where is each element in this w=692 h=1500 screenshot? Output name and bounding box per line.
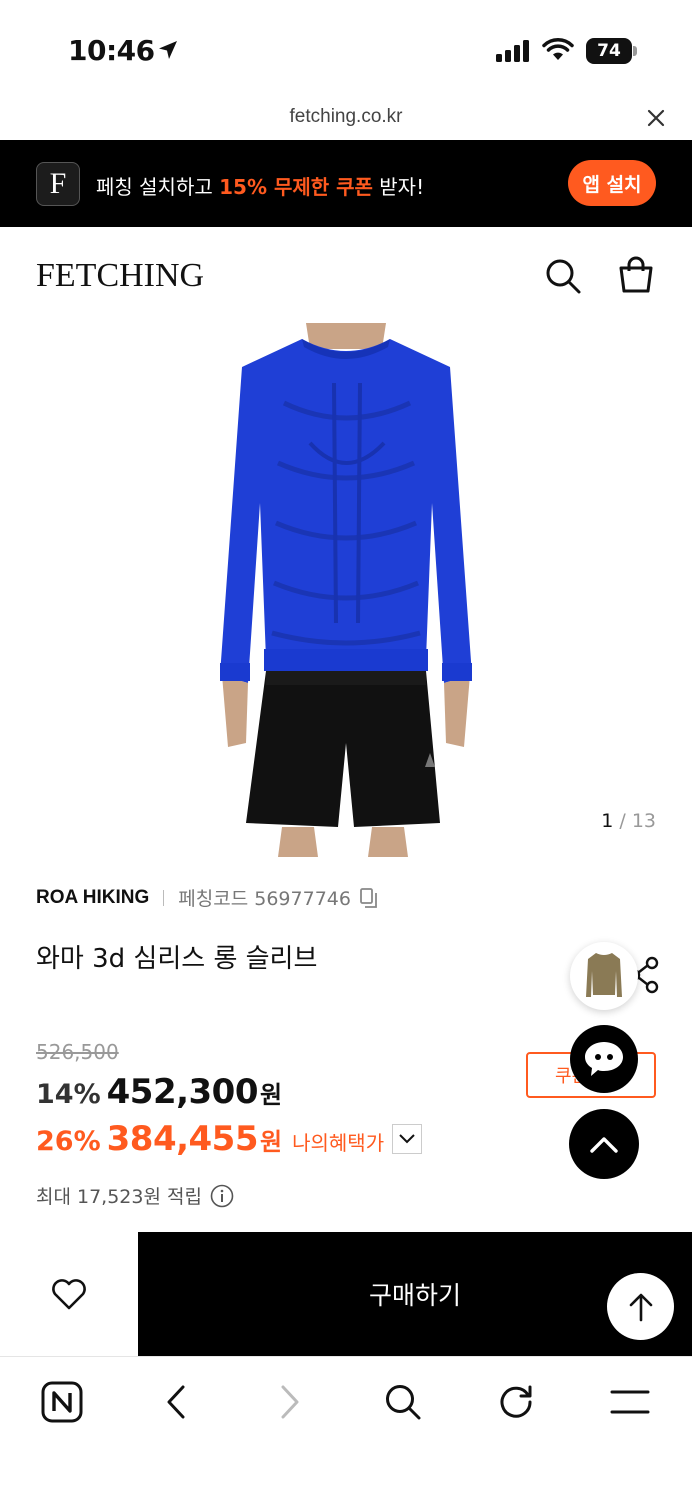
chat-bubble-icon [585,1042,623,1076]
scroll-up-button[interactable] [607,1273,674,1340]
chevron-down-icon [399,1134,415,1144]
status-time: 10:46 [68,34,155,67]
recent-item-thumbnail[interactable] [570,942,638,1010]
refresh-button[interactable] [491,1377,541,1427]
recent-item-image [586,953,622,997]
url-text[interactable]: fetching.co.kr [0,106,692,128]
purchase-bar: 구매하기 [0,1232,692,1356]
install-app-button[interactable]: 앱 설치 [568,160,656,206]
naver-n-icon [41,1381,83,1423]
naver-home-button[interactable] [37,1377,87,1427]
location-arrow-icon [159,41,177,59]
benefit-dropdown-button[interactable] [392,1124,423,1154]
url-bar[interactable]: fetching.co.kr [0,100,692,140]
refresh-icon [500,1385,532,1418]
browser-search-button[interactable] [378,1377,428,1427]
points-text: 최대 17,523원 적립 [36,1186,202,1208]
currency-label: 원 [260,1081,283,1109]
close-icon[interactable] [646,108,666,128]
benefit-price-row: 26% 384,455 원 나의혜택가 [36,1119,423,1159]
shopping-bag-icon[interactable] [616,255,656,295]
battery-indicator: 74 [586,38,632,64]
chat-button[interactable] [570,1025,638,1093]
chevron-up-icon [590,1137,618,1153]
image-counter: 1 / 13 [601,810,656,832]
original-price: 526,500 [36,1040,119,1064]
info-icon[interactable] [210,1184,234,1208]
browser-toolbar [0,1356,692,1500]
sale-price-row: 14% 452,300 원 [36,1072,282,1112]
menu-button[interactable] [605,1377,655,1427]
brand-row: ROA HIKING 페칭코드 56977746 [36,884,379,911]
site-logo[interactable]: FETCHING [36,257,204,295]
image-current: 1 [601,810,614,832]
benefit-price: 384,455 [106,1119,259,1159]
forward-button[interactable] [265,1377,315,1427]
copy-icon[interactable] [359,887,379,909]
app-install-banner: F 페칭 설치하고 15% 무제한 쿠폰 받자! 앱 설치 [0,140,692,227]
status-bar: 10:46 74 [0,0,692,100]
hamburger-menu-icon [610,1390,650,1414]
product-title: 와마 3d 심리스 롱 슬리브 [36,944,318,974]
product-brand[interactable]: ROA HIKING [36,887,149,909]
search-icon[interactable] [544,257,582,295]
battery-cap [633,46,637,56]
wishlist-button[interactable] [0,1232,138,1356]
promo-message: 페칭 설치하고 15% 무제한 쿠폰 받자! [96,171,424,200]
scroll-top-button[interactable] [569,1109,639,1179]
benefit-label: 나의혜택가 [292,1131,385,1155]
product-image[interactable] [214,323,478,857]
fetching-app-logo: F [36,162,80,206]
promo-text-before: 페칭 설치하고 [96,175,220,199]
chevron-left-icon [167,1385,185,1419]
search-icon [386,1385,421,1420]
site-header: FETCHING [0,227,692,323]
wifi-icon [542,38,574,60]
divider [163,889,165,906]
heart-icon [52,1279,86,1310]
arrow-up-icon [629,1293,652,1321]
discount-rate: 14% [36,1079,101,1110]
back-button[interactable] [151,1377,201,1427]
cellular-signal-icon [496,40,529,62]
benefit-currency-label: 원 [260,1128,283,1156]
battery-level: 74 [597,41,621,61]
sale-price: 452,300 [106,1072,259,1112]
chevron-right-icon [281,1385,299,1419]
fetching-code: 페칭코드 56977746 [178,888,351,910]
promo-text-highlight: 15% 무제한 쿠폰 [219,175,373,199]
points-info: 최대 17,523원 적립 [36,1182,234,1209]
image-separator: / [613,810,632,832]
promo-text-after: 받자! [372,175,425,199]
image-total: 13 [631,810,656,832]
benefit-rate: 26% [36,1126,101,1157]
